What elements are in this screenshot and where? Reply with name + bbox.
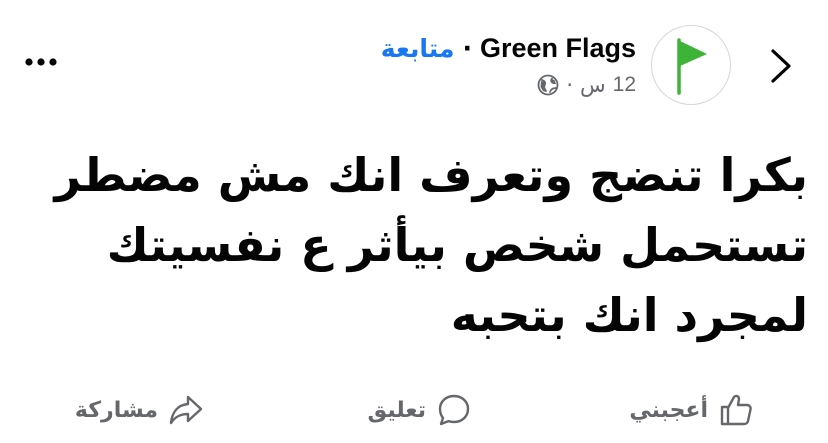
post-text-line: تستحمل شخص بيأثر ع نفسيتك: [106, 218, 808, 272]
post-time[interactable]: 12: [613, 73, 636, 97]
more-options-button[interactable]: [24, 52, 58, 72]
page-name-link[interactable]: Green Flags: [480, 33, 636, 64]
post-meta: 12 س ·: [537, 70, 636, 100]
post-body: بكرا تنضج وتعرف انك مش مضطر تستحمل شخص ب…: [48, 140, 809, 350]
like-button[interactable]: أعجبني: [629, 388, 754, 432]
green-flag-icon: [677, 38, 707, 95]
post-time-unit: س: [580, 73, 606, 97]
back-button[interactable]: [763, 44, 803, 88]
comment-button[interactable]: تعليق: [368, 388, 472, 432]
page-avatar[interactable]: [651, 25, 731, 105]
post-text-line: بكرا تنضج وتعرف انك مش مضطر: [54, 148, 809, 202]
more-dots-icon: [25, 58, 57, 66]
post-header: Green Flags · متابعة 12 س ·: [0, 0, 828, 120]
follow-button[interactable]: متابعة: [381, 34, 455, 63]
share-arrow-icon: [168, 392, 204, 428]
share-button[interactable]: مشاركة: [75, 388, 204, 432]
share-label: مشاركة: [74, 397, 158, 423]
thumbs-up-icon: [718, 392, 754, 428]
post-title-line: Green Flags · متابعة: [381, 30, 636, 66]
globe-icon: [537, 74, 559, 96]
meta-separator: ·: [566, 73, 573, 97]
like-label: أعجبني: [629, 397, 708, 423]
comment-label: تعليق: [367, 397, 426, 423]
comment-bubble-icon: [436, 392, 472, 428]
chevron-right-icon: [771, 49, 791, 83]
post-text-line: لمجرد انك بتحبه: [450, 288, 808, 342]
title-separator: ·: [462, 33, 472, 63]
post-actions-bar: أعجبني تعليق مشاركة: [0, 380, 828, 440]
